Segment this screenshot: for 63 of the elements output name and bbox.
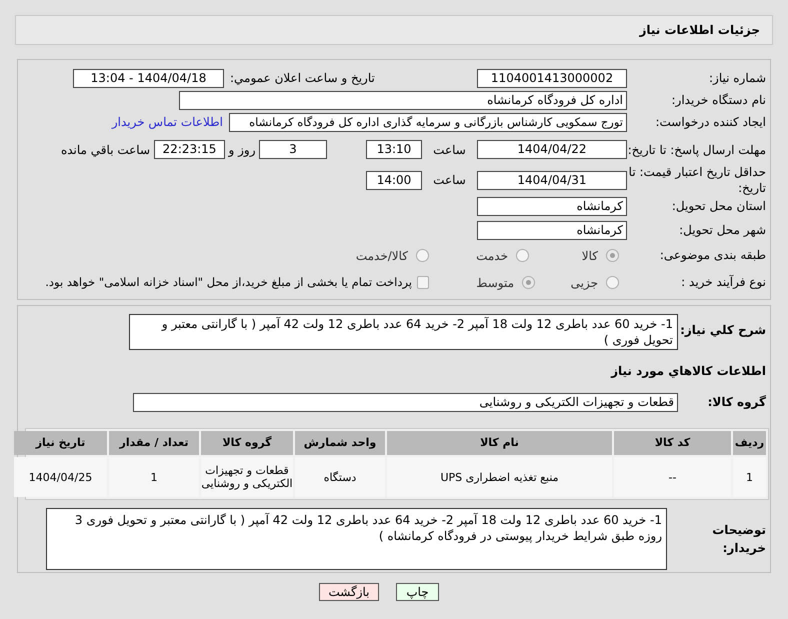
field-label: شرح کلي نیاز: (679, 322, 766, 339)
description-box: 1- خرید 60 عدد باطری 12 ولت 18 آمپر 2- خرید 64 عدد باطری 12 ولت 42 آمپر ( با گارانتی معتبر و تحویل فوری ) (129, 314, 678, 350)
column-header: تعداد / مقدار (109, 431, 199, 455)
field-label: ایجاد کننده درخواست: (654, 114, 766, 130)
column-header: تاریخ نیاز (14, 431, 107, 455)
announce-datetime-field: 1404/04/18 - 13:04 (73, 68, 224, 88)
remaining-time-field: 22:23:15 (154, 140, 225, 159)
time-field: 13:10 (366, 140, 422, 159)
column-header: کد کالا (614, 431, 731, 455)
time-label: ساعت (432, 142, 467, 158)
back-button[interactable]: بازگشت (319, 583, 379, 601)
buyer-notes-box: 1- خرید 60 عدد باطری 12 ولت 18 آمپر 2- خرید 64 عدد باطری 12 ولت 42 آمپر ( با گارانتی معتبر و تحویل فوری 3 روزه طبق شرایط خریدار پیوستی در فرودگاه کرمانشاه ) (46, 508, 667, 570)
table-cell: 1404/04/25 (14, 457, 107, 497)
buyer-org-field: اداره کل فرودگاه کرمانشاه (179, 90, 627, 110)
column-header: ردیف (733, 431, 766, 455)
time-label: ساعت (432, 172, 467, 189)
field-label: استان محل تحویل: (670, 198, 766, 214)
table-cell: دستگاه (295, 457, 385, 497)
table-cell: -- (614, 457, 731, 497)
goods-group-field: قطعات و تجهیزات الکتریکی و روشنایی (133, 392, 678, 412)
print-button[interactable]: چاپ (396, 583, 439, 601)
radio-button[interactable] (606, 249, 619, 262)
table-cell: منبع تغذیه اضطراری UPS (387, 457, 612, 497)
table-cell: 1 (733, 457, 766, 497)
field-label: شهر محل تحویل: (678, 222, 766, 238)
radio-button[interactable] (606, 276, 619, 289)
radio-button[interactable] (516, 249, 529, 262)
days-label: روز و (227, 142, 256, 158)
date-field: 1404/04/22 (477, 140, 627, 159)
column-header: نام کالا (387, 431, 612, 455)
payment-note: پرداخت تمام یا بخشی از مبلغ خرید،از محل "اسناد خزانه اسلامی" خواهد بود. (45, 274, 412, 291)
checkbox[interactable] (417, 276, 429, 289)
field-label: گروه کالا: (706, 394, 766, 411)
table-cell: قطعات و تجهیزات الکتریکی و روشنایی (201, 457, 293, 497)
field-label: شماره نیاز: (708, 70, 766, 86)
buyer-contact-link[interactable]: اطلاعات تماس خریدار (112, 113, 223, 131)
province-field: کرمانشاه (477, 196, 627, 216)
radio-button[interactable] (416, 249, 429, 262)
column-header: واحد شمارش (295, 431, 385, 455)
field-label: توضیحات خریدار: (711, 522, 766, 557)
date-field: 1404/04/31 (477, 170, 627, 190)
field-label: تاریخ و ساعت اعلان عمومي: (229, 70, 376, 86)
page-title: جزئیات اطلاعات نیاز (639, 22, 760, 39)
city-field: کرمانشاه (477, 220, 627, 240)
option-label: متوسط (476, 274, 514, 292)
option-label: کالا/خدمت (356, 248, 408, 264)
field-label: مهلت ارسال پاسخ: تا تاریخ: (627, 142, 766, 158)
field-label: حداقل تاریخ اعتبار قیمت: تا تاریخ: (628, 164, 766, 196)
option-label: خدمت (476, 248, 508, 264)
option-label: جزیی (570, 274, 598, 292)
field-label: طبقه بندی موضوعی: (658, 248, 766, 263)
days-field: 3 (259, 140, 327, 159)
need-number-field: 1104001413000002 (477, 68, 627, 88)
requester-field: تورج سمکویی کارشناس بازرگانی و سرمایه گذاری اداره کل فرودگاه کرمانشاه (229, 112, 627, 132)
option-label: کالا (582, 248, 598, 264)
table-cell: 1 (109, 457, 199, 497)
column-header: گروه کالا (201, 431, 293, 455)
radio-button[interactable] (522, 276, 535, 289)
remaining-label: ساعت باقي مانده (60, 142, 150, 158)
section-title: اطلاعات کالاهاي مورد نیاز (611, 363, 766, 380)
time-field: 14:00 (366, 170, 422, 190)
field-label: نام دستگاه خریدار: (670, 92, 766, 108)
field-label: نوع فرآیند خرید : (680, 275, 766, 290)
